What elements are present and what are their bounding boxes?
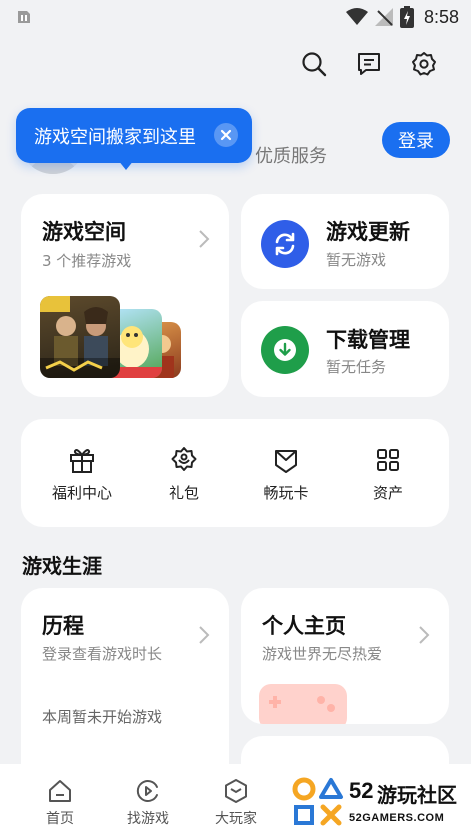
homepage-title: 个人主页 [262,614,346,638]
tooltip-pointer [118,160,134,170]
settings-button[interactable] [409,49,439,79]
search-icon [302,52,327,77]
update-icon-badge [261,220,309,268]
gear-icon [412,52,436,76]
home-icon [49,780,71,802]
shortcut-assets[interactable]: 资产 [348,446,428,506]
download-icon [274,339,296,361]
nav-home[interactable]: 首页 [16,764,104,837]
watermark-text: 游玩社区 [377,783,457,807]
game-update-subtitle: 暂无游戏 [326,251,387,269]
messages-button[interactable] [354,49,384,79]
shortcut-label: 资产 [372,484,403,502]
download-icon-badge [261,326,309,374]
chevron-right-icon [199,626,210,644]
status-bar: 8:58 [0,0,471,34]
shortcut-label: 畅玩卡 [263,484,309,502]
battery-charging-icon [399,6,414,28]
site-logo-icon [292,777,343,826]
refresh-icon [275,232,295,256]
close-icon [220,129,232,141]
player-icon [225,779,247,803]
personal-homepage-card[interactable]: 个人主页 游戏世界无尽热爱 [241,588,449,724]
status-time: 8:58 [423,6,459,27]
nav-label: 找游戏 [127,811,169,827]
career-section-title: 游戏生涯 [22,554,102,578]
game-update-card[interactable]: 游戏更新 暂无游戏 [241,194,449,289]
watermark: 52 游玩社区 52GAMERS.COM [281,764,471,837]
relocation-tooltip: 游戏空间搬家到这里 [16,108,252,163]
login-button[interactable]: 登录 [382,122,450,158]
weekly-play-note: 本周暂未开始游戏 [42,708,163,726]
game-space-subtitle: 3 个推荐游戏 [42,252,132,270]
shortcut-label: 福利中心 [51,484,112,502]
gift-bag-icon [171,447,197,471]
download-management-title: 下载管理 [326,328,410,352]
find-game-icon [136,780,158,802]
nav-find-game[interactable]: 找游戏 [104,764,192,837]
profile-tagline: 优质服务 [255,146,327,167]
nav-label: 首页 [46,811,74,827]
chevron-right-icon [199,230,210,248]
download-management-subtitle: 暂无任务 [326,358,387,376]
tooltip-close-button[interactable] [214,123,238,147]
shortcut-welfare-center[interactable]: 福利中心 [42,446,122,506]
nav-big-player[interactable]: 大玩家 [192,764,280,837]
game-art-icon [40,296,120,378]
sim-card-icon [18,11,30,23]
search-button[interactable] [299,49,329,79]
no-signal-icon [374,8,393,26]
watermark-domain: 52GAMERS.COM [349,812,445,824]
shortcut-label: 礼包 [168,484,199,502]
message-icon [358,53,380,75]
gift-icon [70,449,94,473]
recommended-game-thumbnails[interactable] [40,296,190,378]
play-card-icon [275,450,297,473]
tooltip-text: 游戏空间搬家到这里 [34,127,196,148]
homepage-subtitle: 游戏世界无尽热爱 [262,645,383,663]
history-card[interactable]: 历程 登录查看游戏时长 本周暂未开始游戏 [21,588,229,788]
game-thumbnail-1[interactable] [40,296,120,378]
wifi-icon [345,8,368,25]
history-subtitle: 登录查看游戏时长 [42,645,163,663]
nav-label: 大玩家 [215,811,257,827]
grid-icon [377,449,399,471]
gamepad-illustration-icon [259,684,347,724]
game-update-title: 游戏更新 [326,220,410,244]
history-title: 历程 [42,614,84,638]
game-space-title: 游戏空间 [42,220,126,244]
chevron-right-icon [419,626,430,644]
watermark-number: 52 [349,778,374,803]
download-management-card[interactable]: 下载管理 暂无任务 [241,301,449,397]
shortcut-gift-pack[interactable]: 礼包 [144,446,224,506]
shortcut-play-card[interactable]: 畅玩卡 [246,446,326,506]
